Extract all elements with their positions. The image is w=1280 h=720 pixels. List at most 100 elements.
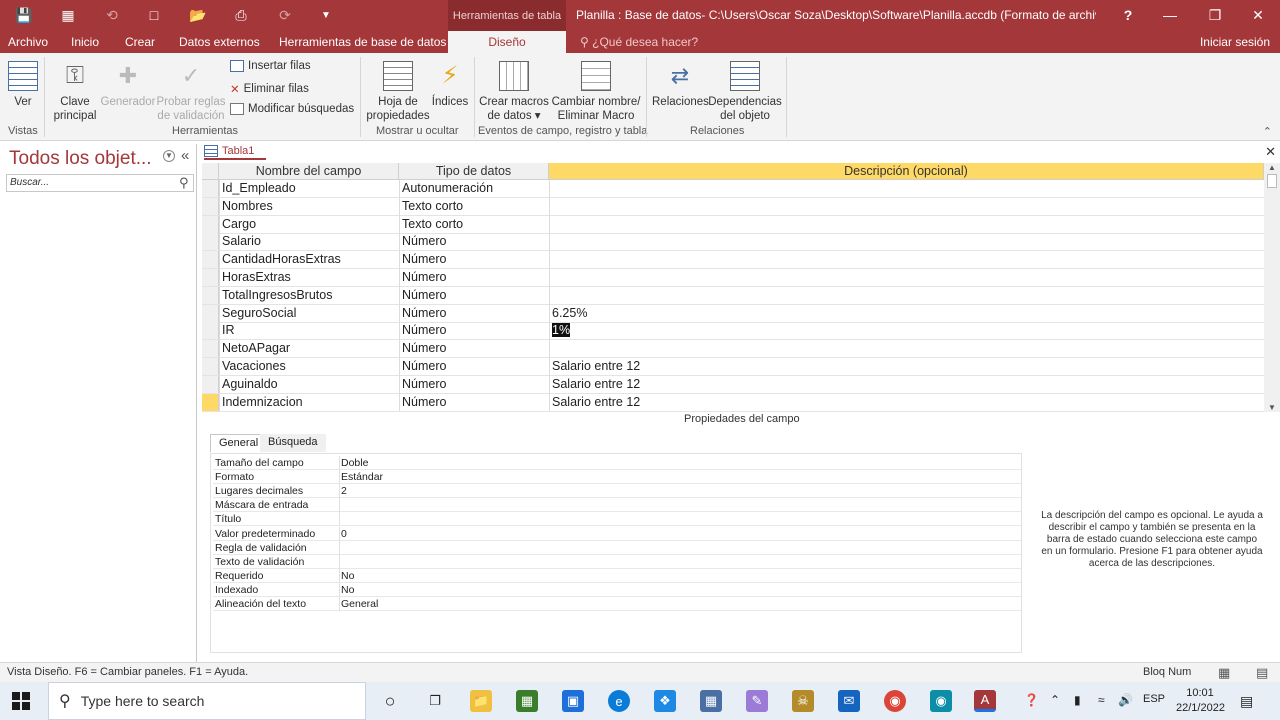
tab-general[interactable]: General xyxy=(210,434,268,452)
data-type-cell[interactable]: Número xyxy=(402,341,446,355)
tray-chevron-up-icon[interactable]: ⌃ xyxy=(1050,693,1060,707)
windows-start-icon[interactable] xyxy=(12,692,30,710)
language-indicator[interactable]: ESP xyxy=(1143,693,1165,705)
undo-icon[interactable]: ⟲ xyxy=(102,6,122,24)
row-selector[interactable] xyxy=(202,215,219,233)
data-type-cell[interactable]: Texto corto xyxy=(402,217,463,231)
close-window-button[interactable]: ✕ xyxy=(1244,4,1272,26)
tell-me-search[interactable]: ⚲ ¿Qué desea hacer? xyxy=(580,35,698,49)
help-button[interactable]: ? xyxy=(1114,4,1142,26)
close-doc-icon[interactable]: ✕ xyxy=(1265,144,1276,160)
property-value[interactable]: 0 xyxy=(341,528,347,540)
dropbox-icon[interactable]: ❖ xyxy=(654,690,676,712)
property-row[interactable]: Formato Estándar xyxy=(213,470,1021,485)
chevron-down-icon[interactable]: ▼ xyxy=(163,150,175,162)
table-row[interactable]: SeguroSocial Número 6.25% xyxy=(202,304,1264,323)
design-view-switch-icon[interactable]: ▤ xyxy=(1256,665,1268,681)
field-name-cell[interactable]: TotalIngresosBrutos xyxy=(222,288,332,302)
description-cell[interactable]: 6.25% xyxy=(552,306,587,320)
property-value[interactable]: No xyxy=(341,584,354,596)
description-cell[interactable]: 1% xyxy=(552,323,571,338)
table-row[interactable]: Indemnizacion Número Salario entre 12 xyxy=(202,393,1264,412)
property-value[interactable]: 2 xyxy=(341,485,347,497)
edge-icon[interactable]: e xyxy=(608,690,630,712)
row-selector[interactable] xyxy=(202,286,219,304)
table-row[interactable]: NetoAPagar Número xyxy=(202,340,1264,359)
scroll-down-icon[interactable]: ▼ xyxy=(1264,403,1280,412)
property-row[interactable]: Texto de validación xyxy=(213,554,1021,569)
new-icon[interactable]: □ xyxy=(144,6,164,24)
tab-busqueda[interactable]: Búsqueda xyxy=(260,434,326,452)
data-type-cell[interactable]: Número xyxy=(402,252,446,266)
open-folder-icon[interactable]: 📂 xyxy=(188,6,208,24)
data-type-cell[interactable]: Número xyxy=(402,323,446,337)
field-name-cell[interactable]: IR xyxy=(222,323,235,337)
cortana-icon[interactable]: ○ xyxy=(379,690,401,712)
relationships-button[interactable]: ⇄ Relaciones xyxy=(652,61,709,109)
collapse-ribbon-icon[interactable]: ⌃ xyxy=(1263,125,1272,138)
data-type-cell[interactable]: Número xyxy=(402,234,446,248)
row-selector[interactable] xyxy=(202,375,219,393)
tab-datos-externos[interactable]: Datos externos xyxy=(179,35,260,49)
field-name-cell[interactable]: HorasExtras xyxy=(222,270,291,284)
property-value[interactable]: General xyxy=(341,598,378,610)
table-row[interactable]: Aguinaldo Número Salario entre 12 xyxy=(202,375,1264,394)
field-name-cell[interactable]: Cargo xyxy=(222,217,256,231)
chrome-icon[interactable]: ◉ xyxy=(884,690,906,712)
calculator-icon[interactable]: ▦ xyxy=(700,690,722,712)
data-type-cell[interactable]: Autonumeración xyxy=(402,181,493,195)
view-icon[interactable]: ▦ xyxy=(58,6,78,24)
field-name-cell[interactable]: Id_Empleado xyxy=(222,181,296,195)
row-selector[interactable] xyxy=(202,340,219,358)
row-selector[interactable] xyxy=(202,269,219,286)
tab-herramientas-bd[interactable]: Herramientas de base de datos xyxy=(279,35,446,49)
property-sheet-button[interactable]: Hoja de propiedades xyxy=(366,61,430,123)
nav-pane-title[interactable]: Todos los objet... xyxy=(9,148,152,170)
access-icon[interactable]: A xyxy=(974,690,996,712)
datasheet-view-switch-icon[interactable]: ▦ xyxy=(1218,665,1230,681)
data-type-cell[interactable]: Texto corto xyxy=(402,199,463,213)
print-icon[interactable]: ⎙ xyxy=(231,6,251,24)
task-view-icon[interactable]: ❐ xyxy=(424,690,446,712)
test-validation-rules-button[interactable]: ✓ Probar reglas de validación xyxy=(156,61,226,123)
tab-inicio[interactable]: Inicio xyxy=(71,35,99,49)
table-row[interactable]: Salario Número xyxy=(202,233,1264,252)
table-row[interactable]: Nombres Texto corto xyxy=(202,197,1264,216)
mail-icon[interactable]: ✉ xyxy=(838,690,860,712)
search-icon[interactable]: ⚲ xyxy=(179,175,189,191)
row-selector[interactable] xyxy=(202,393,219,411)
row-selector[interactable] xyxy=(202,251,219,269)
table-row[interactable]: TotalIngresosBrutos Número xyxy=(202,286,1264,305)
clock[interactable]: 10:01 22/1/2022 xyxy=(1176,686,1225,716)
delete-rows-button[interactable]: ✕ Eliminar filas xyxy=(230,82,309,96)
data-type-cell[interactable]: Número xyxy=(402,288,446,302)
description-cell[interactable]: Salario entre 12 xyxy=(552,395,640,409)
doc-tab-tabla1[interactable]: Tabla1 xyxy=(204,144,266,160)
property-value[interactable]: Estándar xyxy=(341,471,383,483)
data-type-cell[interactable]: Número xyxy=(402,377,446,391)
table-row[interactable]: Id_Empleado Autonumeración xyxy=(202,180,1264,198)
property-value[interactable]: No xyxy=(341,570,354,582)
create-data-macros-button[interactable]: Crear macros de datos ▾ xyxy=(478,61,550,123)
restore-button[interactable]: ❐ xyxy=(1201,4,1229,26)
scroll-up-icon[interactable]: ▲ xyxy=(1264,163,1280,172)
volume-icon[interactable]: 🔊 xyxy=(1118,693,1133,707)
primary-key-button[interactable]: ⚿ Clave principal xyxy=(50,61,100,123)
property-row[interactable]: Regla de validación xyxy=(213,540,1021,555)
notifications-icon[interactable]: ▤ xyxy=(1240,693,1253,710)
vertical-scrollbar[interactable]: ▲ ▼ xyxy=(1264,163,1280,412)
row-selector[interactable] xyxy=(202,358,219,375)
customize-quick-access-icon[interactable]: ▼ xyxy=(316,6,336,24)
taskbar-search[interactable]: ⚲ Type here to search xyxy=(48,682,366,720)
row-selector[interactable] xyxy=(202,322,219,340)
property-row[interactable]: Máscara de entrada xyxy=(213,498,1021,513)
field-name-cell[interactable]: Nombres xyxy=(222,199,273,213)
row-selector[interactable] xyxy=(202,304,219,322)
nav-search-input[interactable]: Buscar... xyxy=(6,174,194,192)
camera-icon[interactable]: ◉ xyxy=(930,690,952,712)
file-explorer-icon[interactable]: 📁 xyxy=(470,690,492,712)
sign-in-link[interactable]: Iniciar sesión xyxy=(1200,35,1270,49)
help-tray-icon[interactable]: ❓ xyxy=(1024,693,1039,707)
property-row[interactable]: Alineación del texto General xyxy=(213,597,1021,611)
shutter-bar-close-icon[interactable]: « xyxy=(181,147,189,164)
